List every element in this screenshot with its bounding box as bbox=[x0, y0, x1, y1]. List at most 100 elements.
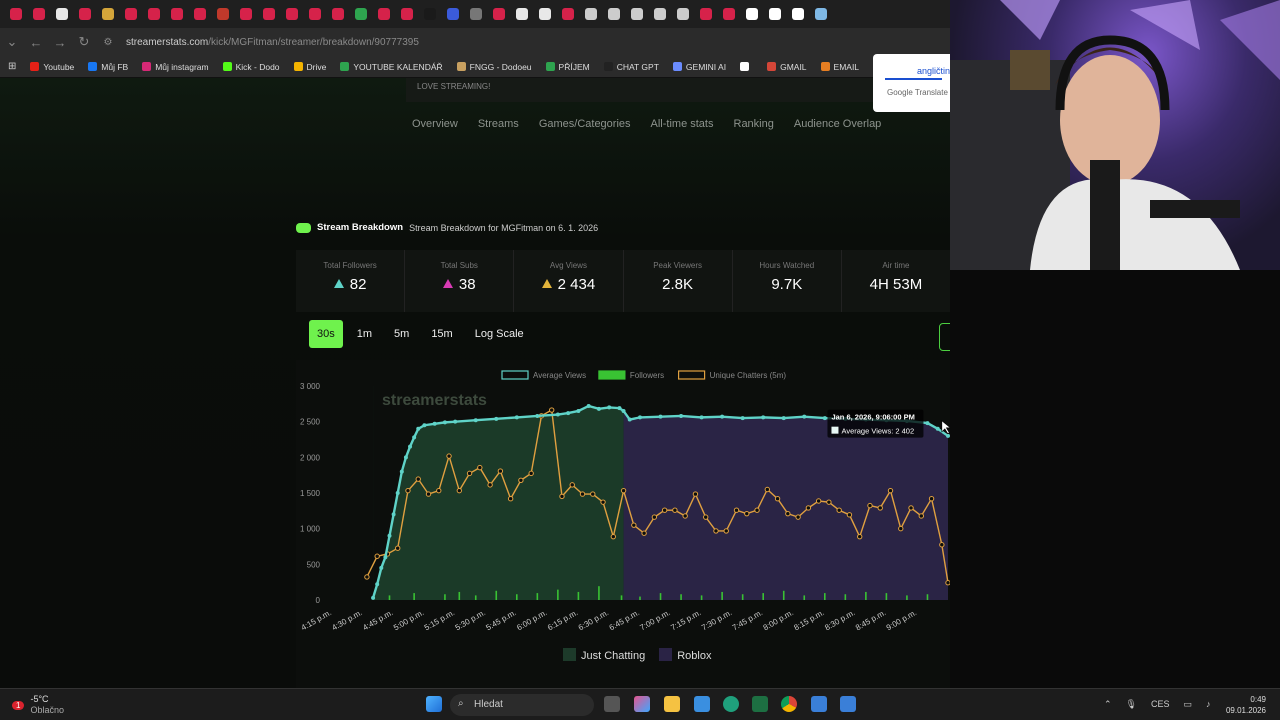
chatters-point[interactable] bbox=[364, 574, 370, 580]
task-view-icon[interactable] bbox=[604, 696, 620, 712]
monitor-icon[interactable]: ▭ bbox=[1184, 699, 1193, 710]
bookmark-item[interactable]: GEMINI AI bbox=[672, 62, 726, 72]
bookmark-item[interactable]: FNGG - Dodoeu bbox=[456, 62, 532, 72]
menu-item[interactable]: Audience Overlap bbox=[794, 118, 881, 130]
average-views-point[interactable] bbox=[566, 411, 571, 416]
bookmark-item[interactable]: CHAT GPT bbox=[603, 62, 659, 72]
average-views-point[interactable] bbox=[375, 582, 380, 587]
legend-swatch[interactable] bbox=[598, 370, 626, 380]
translate-language[interactable]: angličtina bbox=[885, 54, 955, 80]
browser-tab[interactable] bbox=[809, 0, 832, 28]
chatters-point[interactable] bbox=[507, 495, 514, 502]
excel-icon[interactable] bbox=[752, 696, 768, 712]
chatters-point[interactable] bbox=[590, 491, 596, 497]
average-views-point[interactable] bbox=[627, 417, 632, 422]
average-views-point[interactable] bbox=[935, 426, 940, 431]
browser-tab[interactable] bbox=[326, 0, 349, 28]
chatters-point[interactable] bbox=[549, 407, 555, 413]
browser-tab[interactable] bbox=[671, 0, 694, 28]
browser-tab[interactable] bbox=[4, 0, 27, 28]
menu-item[interactable]: Games/Categories bbox=[539, 118, 631, 130]
browser-tab[interactable] bbox=[234, 0, 257, 28]
volume-icon[interactable]: ♪ bbox=[1206, 699, 1211, 710]
mic-icon[interactable]: 🎙 bbox=[1126, 699, 1137, 710]
average-views-point[interactable] bbox=[679, 413, 684, 418]
average-views-point[interactable] bbox=[514, 415, 519, 420]
browser-tab[interactable] bbox=[372, 0, 395, 28]
interval-button[interactable]: 1m bbox=[349, 320, 380, 348]
bookmark-item[interactable]: Můj instagram bbox=[142, 62, 209, 72]
average-views-point[interactable] bbox=[387, 533, 392, 538]
tab-search-icon[interactable]: ⌄ bbox=[0, 34, 24, 50]
chatters-point[interactable] bbox=[466, 470, 473, 477]
browser-tab[interactable] bbox=[73, 0, 96, 28]
chrome-icon[interactable] bbox=[781, 696, 797, 712]
chatters-point[interactable] bbox=[518, 477, 524, 483]
chatters-point[interactable] bbox=[487, 482, 493, 488]
menu-item[interactable]: Overview bbox=[412, 118, 458, 130]
chatters-point[interactable] bbox=[908, 505, 914, 511]
chatters-point[interactable] bbox=[928, 495, 935, 502]
average-views-point[interactable] bbox=[408, 444, 413, 449]
chatters-point[interactable] bbox=[846, 512, 853, 518]
browser-tab[interactable] bbox=[165, 0, 188, 28]
menu-item[interactable]: All-time stats bbox=[651, 118, 714, 130]
edge-icon[interactable] bbox=[723, 696, 739, 712]
average-views-point[interactable] bbox=[442, 420, 447, 425]
average-views-point[interactable] bbox=[422, 423, 427, 428]
legend-swatch[interactable] bbox=[501, 370, 529, 380]
browser-tab[interactable] bbox=[510, 0, 533, 28]
menu-item[interactable]: Streams bbox=[478, 118, 519, 130]
average-views-point[interactable] bbox=[607, 405, 612, 410]
average-views-point[interactable] bbox=[432, 421, 437, 426]
average-views-point[interactable] bbox=[379, 565, 384, 570]
average-views-point[interactable] bbox=[494, 416, 499, 421]
browser-tab[interactable] bbox=[395, 0, 418, 28]
average-views-point[interactable] bbox=[576, 408, 581, 413]
average-views-point[interactable] bbox=[699, 415, 704, 420]
browser-tab[interactable] bbox=[717, 0, 740, 28]
chatters-point[interactable] bbox=[774, 495, 781, 502]
chatters-point[interactable] bbox=[826, 499, 832, 505]
file-explorer-icon[interactable] bbox=[664, 696, 680, 712]
bookmark-item[interactable]: GMAIL bbox=[767, 62, 807, 72]
chatters-point[interactable] bbox=[733, 507, 740, 513]
average-views-point[interactable] bbox=[395, 491, 400, 495]
browser-tab[interactable] bbox=[648, 0, 671, 28]
chatters-point[interactable] bbox=[641, 530, 647, 536]
chatters-point[interactable] bbox=[754, 507, 760, 513]
bookmark-item[interactable]: Youtube bbox=[30, 62, 74, 72]
legend-label[interactable]: Followers bbox=[630, 371, 664, 380]
copilot-icon[interactable] bbox=[634, 696, 650, 712]
chatters-point[interactable] bbox=[620, 487, 627, 494]
chatters-point[interactable] bbox=[877, 505, 883, 511]
average-views-point[interactable] bbox=[761, 415, 766, 420]
average-views-point[interactable] bbox=[658, 414, 663, 419]
browser-tab[interactable] bbox=[441, 0, 464, 28]
average-views-point[interactable] bbox=[740, 416, 745, 421]
bookmark-item[interactable]: EMAIL bbox=[820, 62, 859, 72]
browser-tab[interactable] bbox=[257, 0, 280, 28]
chatters-point[interactable] bbox=[672, 507, 678, 513]
average-views-point[interactable] bbox=[391, 512, 396, 517]
interval-button[interactable]: Log Scale bbox=[467, 320, 532, 348]
browser-tab[interactable] bbox=[602, 0, 625, 28]
chatters-point[interactable] bbox=[785, 510, 791, 517]
average-views-point[interactable] bbox=[453, 419, 458, 424]
average-views-point[interactable] bbox=[383, 555, 388, 560]
chatters-point[interactable] bbox=[631, 522, 637, 528]
average-views-point[interactable] bbox=[535, 413, 540, 418]
average-views-point[interactable] bbox=[371, 595, 376, 600]
average-views-point[interactable] bbox=[555, 412, 560, 417]
chatters-point[interactable] bbox=[723, 528, 729, 534]
chatters-point[interactable] bbox=[939, 542, 945, 548]
browser-tab[interactable] bbox=[464, 0, 487, 28]
legend-label[interactable]: Average Views bbox=[533, 371, 586, 380]
chatters-point[interactable] bbox=[497, 468, 504, 474]
chatters-point[interactable] bbox=[651, 514, 658, 520]
chatters-point[interactable] bbox=[579, 491, 586, 497]
chatters-point[interactable] bbox=[528, 470, 534, 477]
browser-tab[interactable] bbox=[119, 0, 142, 28]
average-views-point[interactable] bbox=[925, 421, 930, 426]
chatters-point[interactable] bbox=[815, 498, 822, 504]
